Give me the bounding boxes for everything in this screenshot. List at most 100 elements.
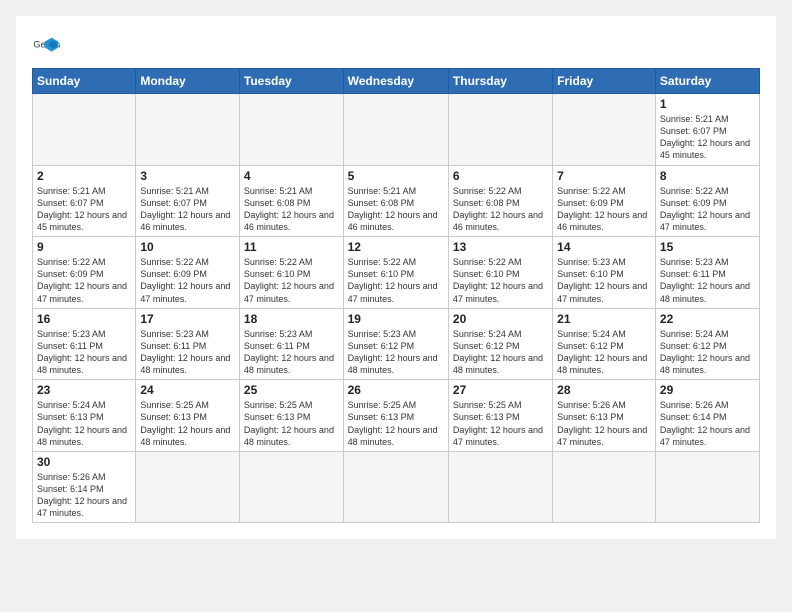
day-number: 3 xyxy=(140,169,235,183)
calendar-cell: 16 Sunrise: 5:23 AM Sunset: 6:11 PM Dayli… xyxy=(33,308,136,380)
calendar-cell: 23 Sunrise: 5:24 AM Sunset: 6:13 PM Dayli… xyxy=(33,380,136,452)
calendar-cell: 4 Sunrise: 5:21 AM Sunset: 6:08 PM Daylig… xyxy=(239,165,343,237)
calendar-cell xyxy=(343,451,448,523)
calendar-cell: 27Sunrise: 5:25 AM Sunset: 6:13 PM Dayli… xyxy=(448,380,552,452)
day-info: Sunrise: 5:26 AM Sunset: 6:14 PM Dayligh… xyxy=(37,471,131,520)
calendar-page: General SundayMondayTuesdayWednesdayThur… xyxy=(16,16,776,539)
weekday-header-thursday: Thursday xyxy=(448,69,552,94)
calendar-cell xyxy=(448,451,552,523)
day-info: Sunrise: 5:23 AM Sunset: 6:11 PM Dayligh… xyxy=(660,256,755,305)
day-info: Sunrise: 5:26 AM Sunset: 6:14 PM Dayligh… xyxy=(660,399,755,448)
day-info: Sunrise: 5:25 AM Sunset: 6:13 PM Dayligh… xyxy=(244,399,339,448)
day-info: Sunrise: 5:21 AM Sunset: 6:08 PM Dayligh… xyxy=(348,185,444,234)
calendar-cell: 18 Sunrise: 5:23 AM Sunset: 6:11 PM Dayli… xyxy=(239,308,343,380)
calendar-cell: 14Sunrise: 5:23 AM Sunset: 6:10 PM Dayli… xyxy=(553,237,656,309)
calendar-cell xyxy=(239,451,343,523)
calendar-cell: 10Sunrise: 5:22 AM Sunset: 6:09 PM Dayli… xyxy=(136,237,240,309)
day-number: 2 xyxy=(37,169,131,183)
day-info: Sunrise: 5:21 AM Sunset: 6:07 PM Dayligh… xyxy=(660,113,755,162)
day-info: Sunrise: 5:22 AM Sunset: 6:09 PM Dayligh… xyxy=(140,256,235,305)
day-info: Sunrise: 5:23 AM Sunset: 6:11 PM Dayligh… xyxy=(140,328,235,377)
calendar-cell: 20Sunrise: 5:24 AM Sunset: 6:12 PM Dayli… xyxy=(448,308,552,380)
day-number: 24 xyxy=(140,383,235,397)
day-number: 12 xyxy=(348,240,444,254)
calendar-cell: 25Sunrise: 5:25 AM Sunset: 6:13 PM Dayli… xyxy=(239,380,343,452)
calendar-cell: 13 Sunrise: 5:22 AM Sunset: 6:10 PM Dayli… xyxy=(448,237,552,309)
calendar-cell: 15 Sunrise: 5:23 AM Sunset: 6:11 PM Dayli… xyxy=(655,237,759,309)
calendar-cell: 21Sunrise: 5:24 AM Sunset: 6:12 PM Dayli… xyxy=(553,308,656,380)
day-number: 16 xyxy=(37,312,131,326)
day-number: 18 xyxy=(244,312,339,326)
calendar-cell xyxy=(655,451,759,523)
calendar-cell xyxy=(553,451,656,523)
weekday-header-tuesday: Tuesday xyxy=(239,69,343,94)
day-number: 6 xyxy=(453,169,548,183)
calendar-cell xyxy=(136,94,240,166)
calendar-cell: 8 Sunrise: 5:22 AM Sunset: 6:09 PM Daylig… xyxy=(655,165,759,237)
calendar-cell: 22 Sunrise: 5:24 AM Sunset: 6:12 PM Dayli… xyxy=(655,308,759,380)
day-info: Sunrise: 5:22 AM Sunset: 6:09 PM Dayligh… xyxy=(660,185,755,234)
day-number: 1 xyxy=(660,97,755,111)
calendar-cell: 29 Sunrise: 5:26 AM Sunset: 6:14 PM Dayli… xyxy=(655,380,759,452)
weekday-header-monday: Monday xyxy=(136,69,240,94)
weekday-header-saturday: Saturday xyxy=(655,69,759,94)
day-number: 30 xyxy=(37,455,131,469)
day-info: Sunrise: 5:24 AM Sunset: 6:12 PM Dayligh… xyxy=(660,328,755,377)
day-info: Sunrise: 5:26 AM Sunset: 6:13 PM Dayligh… xyxy=(557,399,651,448)
day-info: Sunrise: 5:25 AM Sunset: 6:13 PM Dayligh… xyxy=(140,399,235,448)
calendar-week-0: 1 Sunrise: 5:21 AM Sunset: 6:07 PM Daylig… xyxy=(33,94,760,166)
calendar-week-2: 9 Sunrise: 5:22 AM Sunset: 6:09 PM Daylig… xyxy=(33,237,760,309)
calendar-week-3: 16 Sunrise: 5:23 AM Sunset: 6:11 PM Dayli… xyxy=(33,308,760,380)
calendar-cell: 19Sunrise: 5:23 AM Sunset: 6:12 PM Dayli… xyxy=(343,308,448,380)
calendar-cell xyxy=(33,94,136,166)
calendar-cell: 17 Sunrise: 5:23 AM Sunset: 6:11 PM Dayli… xyxy=(136,308,240,380)
day-number: 13 xyxy=(453,240,548,254)
calendar-cell: 7 Sunrise: 5:22 AM Sunset: 6:09 PM Daylig… xyxy=(553,165,656,237)
day-info: Sunrise: 5:22 AM Sunset: 6:08 PM Dayligh… xyxy=(453,185,548,234)
day-info: Sunrise: 5:23 AM Sunset: 6:11 PM Dayligh… xyxy=(244,328,339,377)
day-number: 27 xyxy=(453,383,548,397)
day-number: 26 xyxy=(348,383,444,397)
day-number: 4 xyxy=(244,169,339,183)
day-number: 11 xyxy=(244,240,339,254)
calendar-cell: 24 Sunrise: 5:25 AM Sunset: 6:13 PM Dayli… xyxy=(136,380,240,452)
day-number: 8 xyxy=(660,169,755,183)
day-number: 5 xyxy=(348,169,444,183)
day-info: Sunrise: 5:24 AM Sunset: 6:13 PM Dayligh… xyxy=(37,399,131,448)
weekday-header-row: SundayMondayTuesdayWednesdayThursdayFrid… xyxy=(33,69,760,94)
day-info: Sunrise: 5:22 AM Sunset: 6:09 PM Dayligh… xyxy=(557,185,651,234)
weekday-header-wednesday: Wednesday xyxy=(343,69,448,94)
page-header: General xyxy=(32,32,760,60)
day-number: 7 xyxy=(557,169,651,183)
calendar-table: SundayMondayTuesdayWednesdayThursdayFrid… xyxy=(32,68,760,523)
day-number: 22 xyxy=(660,312,755,326)
calendar-cell: 1 Sunrise: 5:21 AM Sunset: 6:07 PM Daylig… xyxy=(655,94,759,166)
calendar-cell: 28Sunrise: 5:26 AM Sunset: 6:13 PM Dayli… xyxy=(553,380,656,452)
calendar-cell: 26 Sunrise: 5:25 AM Sunset: 6:13 PM Dayli… xyxy=(343,380,448,452)
calendar-cell xyxy=(136,451,240,523)
calendar-cell xyxy=(343,94,448,166)
day-number: 23 xyxy=(37,383,131,397)
day-info: Sunrise: 5:25 AM Sunset: 6:13 PM Dayligh… xyxy=(348,399,444,448)
day-info: Sunrise: 5:22 AM Sunset: 6:10 PM Dayligh… xyxy=(348,256,444,305)
generalblue-logo-icon: General xyxy=(32,32,60,60)
day-info: Sunrise: 5:21 AM Sunset: 6:08 PM Dayligh… xyxy=(244,185,339,234)
calendar-week-4: 23 Sunrise: 5:24 AM Sunset: 6:13 PM Dayli… xyxy=(33,380,760,452)
day-info: Sunrise: 5:24 AM Sunset: 6:12 PM Dayligh… xyxy=(453,328,548,377)
calendar-cell: 2Sunrise: 5:21 AM Sunset: 6:07 PM Daylig… xyxy=(33,165,136,237)
day-number: 9 xyxy=(37,240,131,254)
calendar-cell: 3 Sunrise: 5:21 AM Sunset: 6:07 PM Daylig… xyxy=(136,165,240,237)
day-info: Sunrise: 5:21 AM Sunset: 6:07 PM Dayligh… xyxy=(140,185,235,234)
day-number: 15 xyxy=(660,240,755,254)
calendar-cell xyxy=(448,94,552,166)
day-info: Sunrise: 5:24 AM Sunset: 6:12 PM Dayligh… xyxy=(557,328,651,377)
day-info: Sunrise: 5:23 AM Sunset: 6:11 PM Dayligh… xyxy=(37,328,131,377)
weekday-header-friday: Friday xyxy=(553,69,656,94)
calendar-week-1: 2 Sunrise: 5:21 AM Sunset: 6:07 PM Daylig… xyxy=(33,165,760,237)
logo: General xyxy=(32,32,64,60)
day-info: Sunrise: 5:22 AM Sunset: 6:10 PM Dayligh… xyxy=(453,256,548,305)
day-number: 17 xyxy=(140,312,235,326)
day-number: 29 xyxy=(660,383,755,397)
calendar-cell: 11Sunrise: 5:22 AM Sunset: 6:10 PM Dayli… xyxy=(239,237,343,309)
weekday-header-sunday: Sunday xyxy=(33,69,136,94)
